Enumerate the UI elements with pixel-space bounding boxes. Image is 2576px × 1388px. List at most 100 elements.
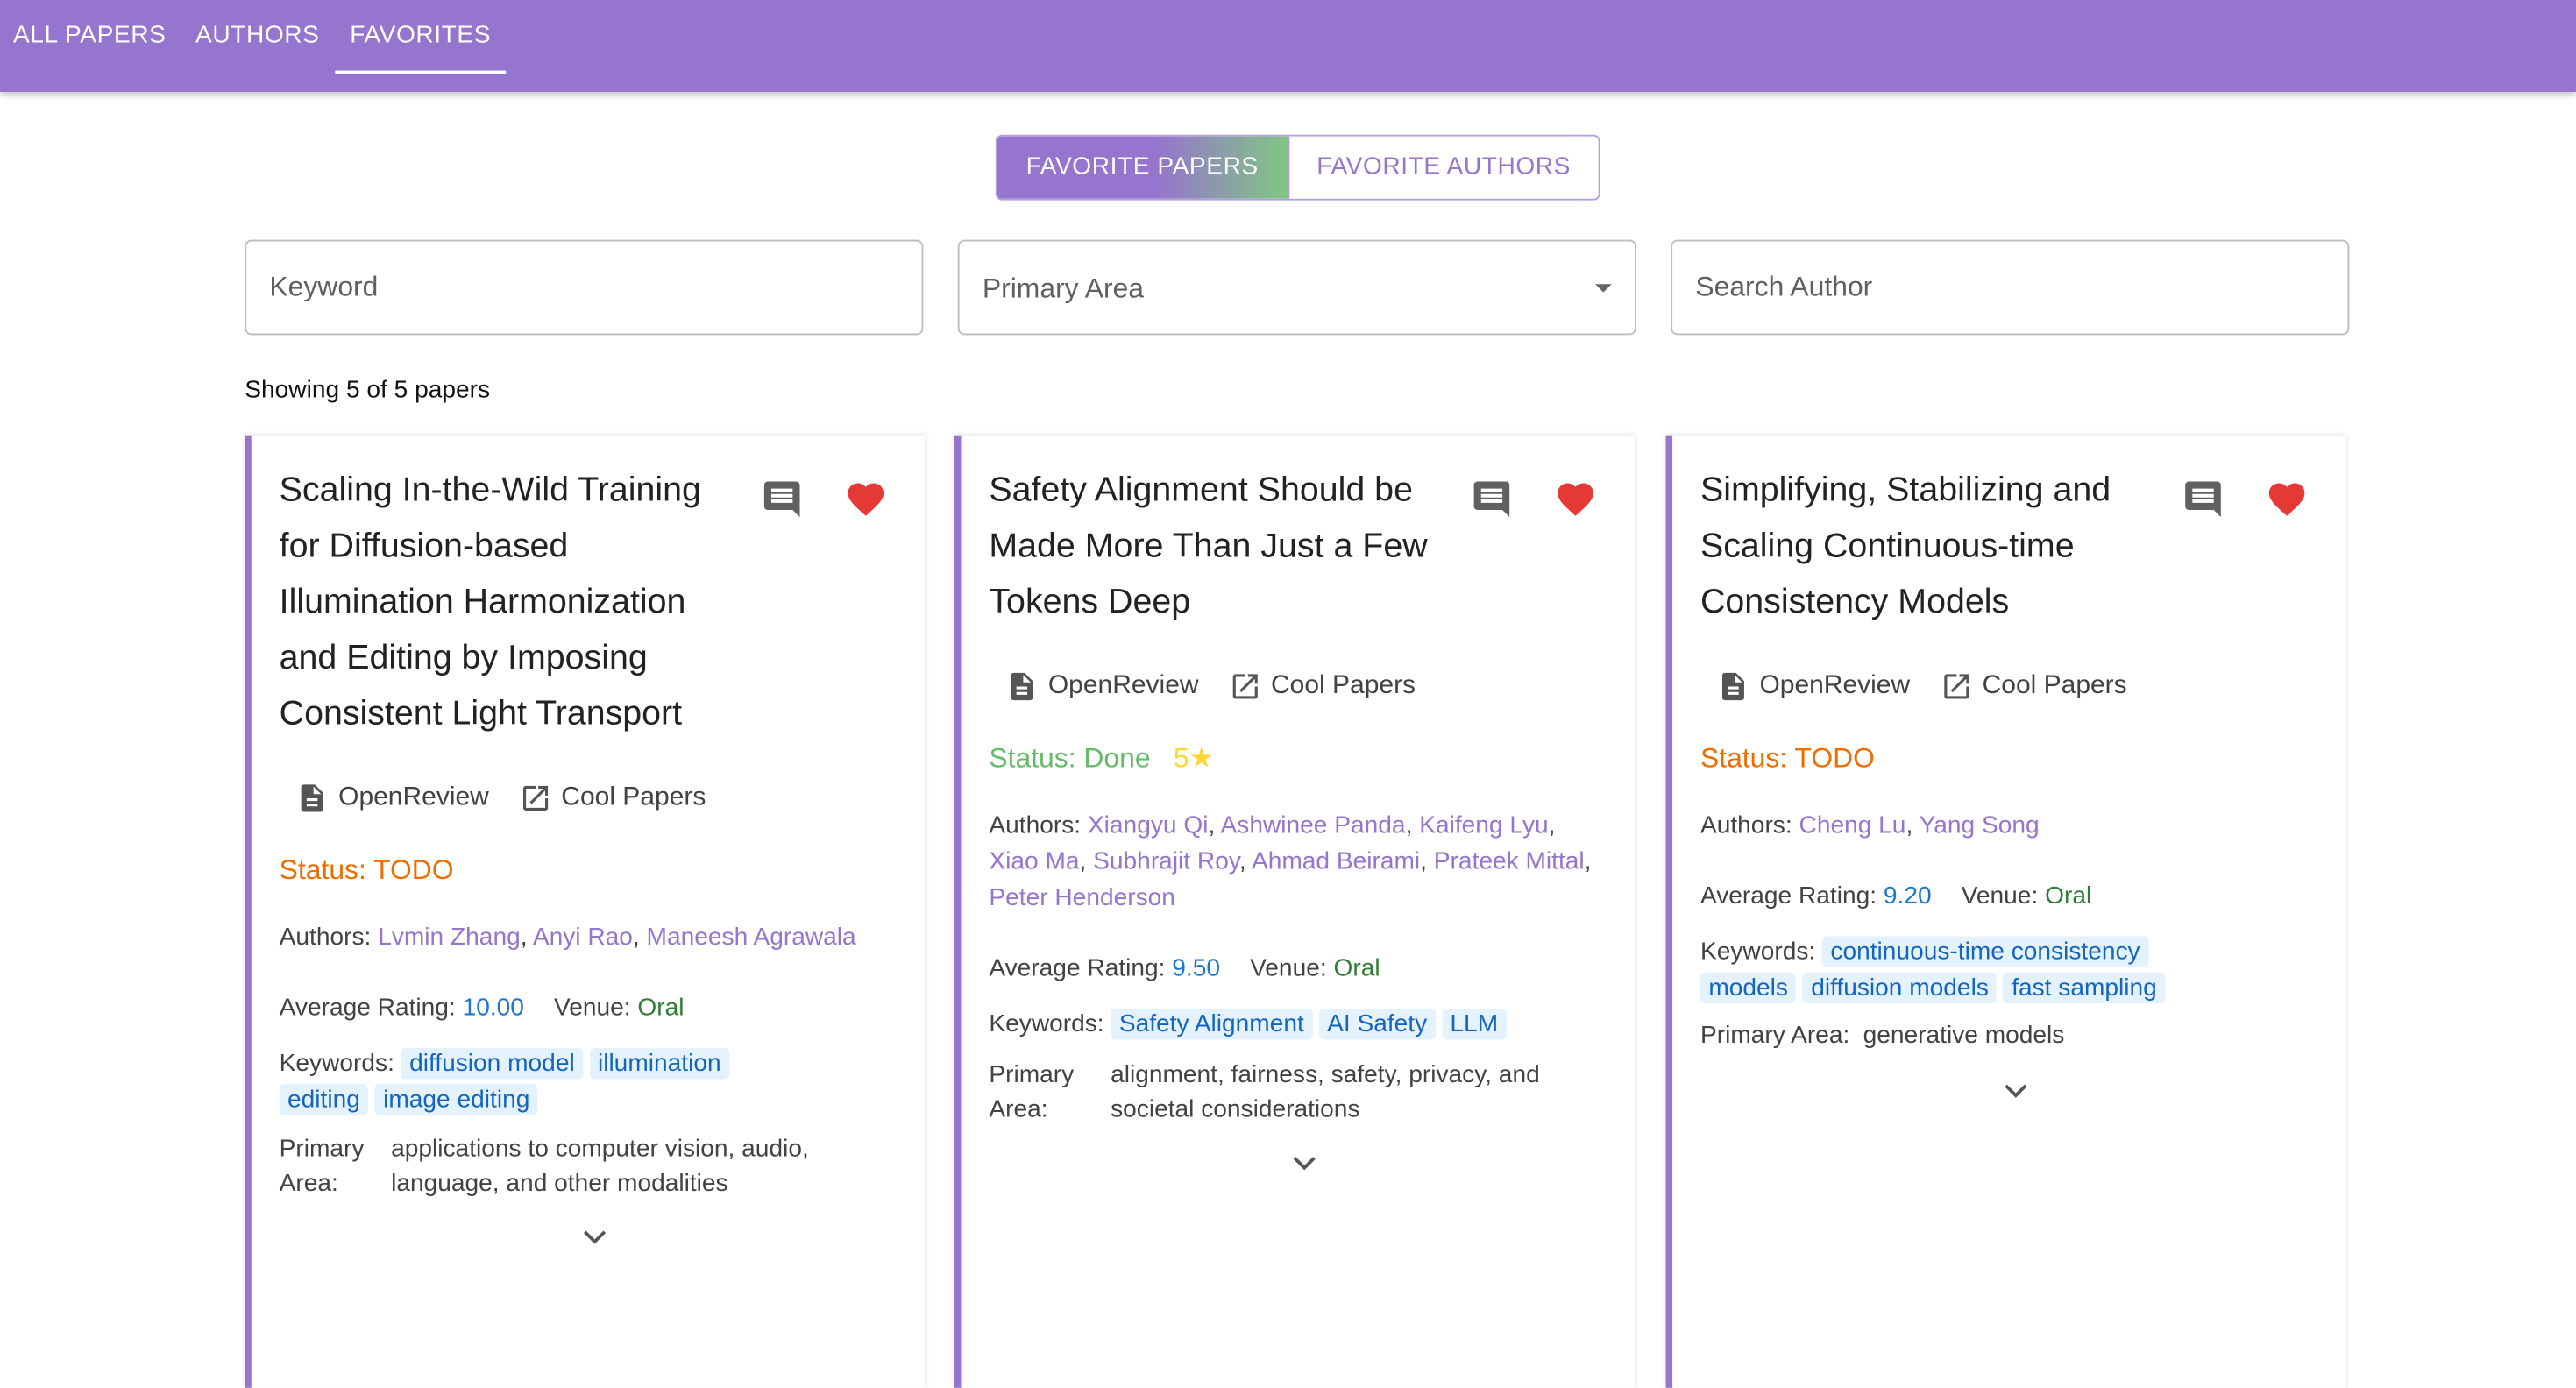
average-rating-label: Average Rating: [989,954,1166,982]
paper-title-line: Simplifying, Stabilizing and [1700,471,2111,510]
rating-venue-line: Average Rating: 9.20 Venue: Oral [1700,879,2091,915]
top-navigation-bar: ALL PAPERS AUTHORS FAVORITES [0,0,2576,92]
keywords-line: Keywords: continuous-time consistency [1700,935,2155,971]
keyword-chip[interactable]: LLM [1442,1008,1507,1040]
openreview-label: OpenReview [1047,671,1199,700]
paper-title-line: for Diffusion-based [279,527,569,565]
primary-area-label: Primary Area: [279,1135,365,1198]
comment-icon[interactable] [761,478,804,520]
average-rating-value: 9.20 [1883,882,1932,910]
status-label[interactable]: Status: Done 5★ [989,742,1214,775]
keywords-line: Keywords: Safety Alignment AI Safety LLM [989,1007,1513,1043]
status-label[interactable]: Status: TODO [1700,742,1875,775]
nav-tab-authors[interactable]: AUTHORS [195,0,319,71]
dropdown-caret-icon [1595,284,1612,293]
cool-papers-link[interactable]: Cool Papers [519,782,706,814]
author-link[interactable]: Xiao Ma [989,847,1079,875]
author-link[interactable]: Maneesh Agrawala [647,923,856,951]
paper-card: Simplifying, Stabilizing and Scaling Con… [1665,435,2346,1388]
author-link[interactable]: Ahmad Beirami [1252,847,1420,875]
average-rating-label: Average Rating: [279,993,456,1022]
keyword-chip[interactable]: Safety Alignment [1111,1008,1313,1040]
author-link[interactable]: Ashwinee Panda [1221,811,1406,839]
keyword-input[interactable] [246,241,922,334]
cool-papers-label: Cool Papers [561,783,706,811]
paper-card: Scaling In-the-Wild Training for Diffusi… [245,435,926,1388]
keyword-chip[interactable]: diffusion model [401,1047,584,1080]
primary-area-block: Primary Area: alignment, fairness, safety… [989,1058,1613,1130]
favorite-heart-icon[interactable] [844,478,887,520]
venue-label: Venue: [1250,954,1327,982]
nav-tab-all-papers[interactable]: ALL PAPERS [13,0,166,71]
primary-area-value: applications to computer vision, audio, l… [391,1135,809,1198]
keywords-line-continued: models diffusion models fast sampling [1700,971,2172,1007]
keyword-chip[interactable]: continuous-time consistency [1822,936,2148,967]
paper-title-line: Consistent Light Transport [279,694,683,733]
keyword-chip[interactable]: AI Safety [1318,1008,1436,1040]
paper-title-line: Consistency Models [1700,583,2010,621]
keywords-label: Keywords: [1700,938,1816,967]
venue-value: Oral [2045,882,2092,910]
chevron-down-icon[interactable] [582,1229,608,1245]
keyword-chip[interactable]: illumination [589,1047,729,1080]
nav-tab-favorites[interactable]: FAVORITES [335,0,506,74]
document-icon [1011,672,1033,701]
chevron-down-icon[interactable] [2003,1082,2029,1099]
keyword-chip[interactable]: diffusion models [1802,972,1998,1004]
paper-title-line: Scaling In-the-Wild Training [279,471,701,510]
author-link[interactable]: Subhrajit Roy [1093,847,1239,875]
author-link[interactable]: Peter Henderson [989,883,1175,911]
keyword-chip[interactable]: fast sampling [2003,972,2166,1004]
paper-links: OpenReview Cool Papers [295,778,735,818]
venue-value: Oral [1333,954,1380,982]
paper-title[interactable]: Simplifying, Stabilizing and Scaling Con… [1700,464,2177,631]
favorite-authors-toggle[interactable]: FAVORITE AUTHORS [1287,136,1599,199]
keywords-label: Keywords: [279,1049,394,1078]
author-search-input[interactable] [1672,241,2348,334]
author-link[interactable]: Yang Song [1920,811,2040,839]
favorite-papers-toggle[interactable]: FAVORITE PAPERS [997,136,1288,199]
favorite-heart-icon[interactable] [2266,478,2309,520]
keyword-chip[interactable]: models [1700,972,1797,1004]
cool-papers-link[interactable]: Cool Papers [1940,670,2127,703]
primary-area-select-label: Primary Area [982,273,1145,304]
paper-title[interactable]: Safety Alignment Should be Made More Tha… [989,464,1465,631]
chevron-down-icon[interactable] [1291,1155,1317,1172]
rating-venue-line: Average Rating: 9.50 Venue: Oral [989,951,1380,987]
openreview-link[interactable]: OpenReview [295,782,489,814]
paper-title[interactable]: Scaling In-the-Wild Training for Diffusi… [280,464,731,743]
paper-title-line: Illumination Harmonization [279,583,686,621]
openreview-link[interactable]: OpenReview [1717,670,1910,703]
paper-title-line: Scaling Continuous-time [1700,527,2075,565]
primary-area-label: Primary Area: [1700,1021,1850,1050]
favorite-heart-icon[interactable] [1554,478,1597,520]
openreview-label: OpenReview [338,783,489,811]
average-rating-value: 10.00 [462,993,524,1022]
document-icon [301,784,323,812]
primary-area-select[interactable]: Primary Area [957,239,1636,336]
author-link[interactable]: Lvmin Zhang [378,923,521,951]
author-link[interactable]: Prateek Mittal [1434,847,1585,875]
openreview-link[interactable]: OpenReview [1005,670,1199,703]
paper-links: OpenReview Cool Papers [1717,667,2157,706]
venue-value: Oral [637,993,685,1022]
author-link[interactable]: Kaifeng Lyu [1419,811,1548,839]
author-link[interactable]: Cheng Lu [1799,811,1906,839]
paper-card: Safety Alignment Should be Made More Tha… [954,435,1635,1388]
paper-links: OpenReview Cool Papers [1005,667,1445,706]
status-label[interactable]: Status: TODO [280,854,454,887]
keyword-chip[interactable]: image editing [374,1084,538,1115]
keywords-line: Keywords: diffusion model illumination [280,1046,736,1082]
authors-line: Authors: Lvmin Zhang, Anyi Rao, Maneesh … [279,923,856,952]
primary-area-block: Primary Area: applications to computer vi… [280,1131,904,1203]
keyword-chip[interactable]: editing [279,1084,369,1115]
author-link[interactable]: Xiangyu Qi [1088,811,1209,839]
app-root: ALL PAPERS AUTHORS FAVORITES FAVORITE PA… [0,0,2576,1388]
comment-icon[interactable] [1471,478,1514,520]
author-link[interactable]: Anyi Rao [533,923,633,951]
comment-icon[interactable] [2182,478,2225,520]
cool-papers-link[interactable]: Cool Papers [1228,670,1416,703]
favorites-toggle-group: FAVORITE PAPERS FAVORITE AUTHORS [995,134,1600,201]
paper-title-line: Safety Alignment Should be [989,471,1413,510]
authors-label: Authors: [279,923,372,952]
